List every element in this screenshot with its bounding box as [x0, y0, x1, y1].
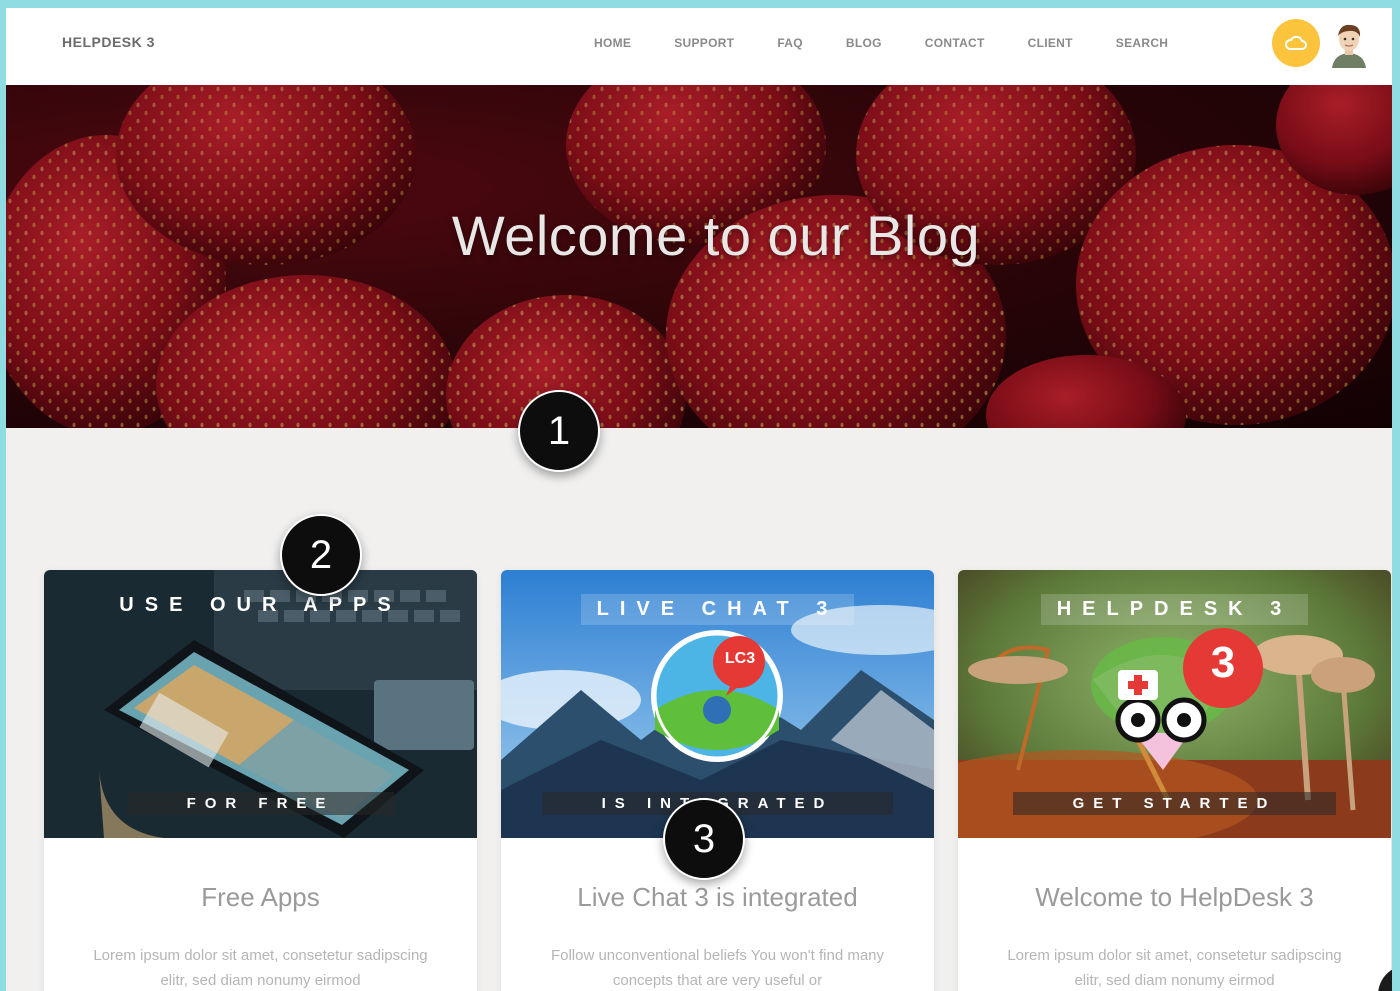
nav-support-link[interactable]: SUPPORT [674, 36, 734, 50]
nav-client-link[interactable]: CLIENT [1028, 36, 1073, 50]
card-title[interactable]: Free Apps [44, 882, 477, 913]
top-navigation: HELPDESK 3 HOME SUPPORT FAQ BLOG CONTACT… [6, 8, 1392, 85]
annotation-badge-1: 1 [518, 390, 600, 472]
brand-logo[interactable]: HELPDESK 3 [62, 34, 155, 50]
nav-home-link[interactable]: HOME [594, 36, 631, 50]
card-excerpt: Lorem ipsum dolor sit amet, consetetur s… [1007, 947, 1342, 989]
card-title[interactable]: Live Chat 3 is integrated [501, 882, 934, 913]
livechat-logo-text: LC3 [724, 650, 756, 667]
card-title[interactable]: Welcome to HelpDesk 3 [958, 882, 1391, 913]
card-image-bottom-text: GET STARTED [958, 792, 1391, 815]
blog-card-live-chat[interactable]: LIVE CHAT 3 LC3 IS INTEGRATED Live Chat … [501, 570, 934, 991]
hero-title: Welcome to our Blog [451, 204, 981, 267]
cloud-button[interactable] [1272, 19, 1320, 67]
main-menu: HOME SUPPORT FAQ BLOG CONTACT CLIENT SEA… [594, 36, 1211, 50]
blog-card-free-apps[interactable]: USE OUR APPS FOR FREE Free Apps Lorem ip… [44, 570, 477, 991]
cloud-icon [1285, 35, 1307, 50]
nav-faq-link[interactable]: FAQ [777, 36, 803, 50]
card-image[interactable]: LIVE CHAT 3 LC3 IS INTEGRATED [501, 570, 934, 838]
blog-card-helpdesk[interactable]: HELPDESK 3 3 GET STARTED Welcome to Help… [958, 570, 1391, 991]
hero-banner: Welcome to our Blog [6, 85, 1392, 428]
card-excerpt: Lorem ipsum dolor sit amet, consetetur s… [93, 947, 428, 989]
card-excerpt: Follow unconventional beliefs You won't … [550, 947, 885, 989]
nav-search-link[interactable]: SEARCH [1116, 36, 1168, 50]
nav-contact-link[interactable]: CONTACT [925, 36, 985, 50]
card-image-top-text: LIVE CHAT 3 [501, 594, 934, 625]
user-avatar[interactable] [1330, 20, 1368, 68]
card-image[interactable]: HELPDESK 3 3 GET STARTED [958, 570, 1391, 838]
annotation-badge-3: 3 [663, 798, 745, 880]
page-frame: HELPDESK 3 HOME SUPPORT FAQ BLOG CONTACT… [6, 8, 1392, 991]
nav-blog-link[interactable]: BLOG [846, 36, 882, 50]
card-image-top-text: HELPDESK 3 [958, 594, 1391, 625]
card-image-bottom-text: FOR FREE [44, 792, 477, 815]
card-image[interactable]: USE OUR APPS FOR FREE [44, 570, 477, 838]
helpdesk-logo-text: 3 [1210, 638, 1236, 687]
annotation-badge-2: 2 [280, 514, 362, 596]
card-image-top-text: USE OUR APPS [119, 594, 402, 616]
